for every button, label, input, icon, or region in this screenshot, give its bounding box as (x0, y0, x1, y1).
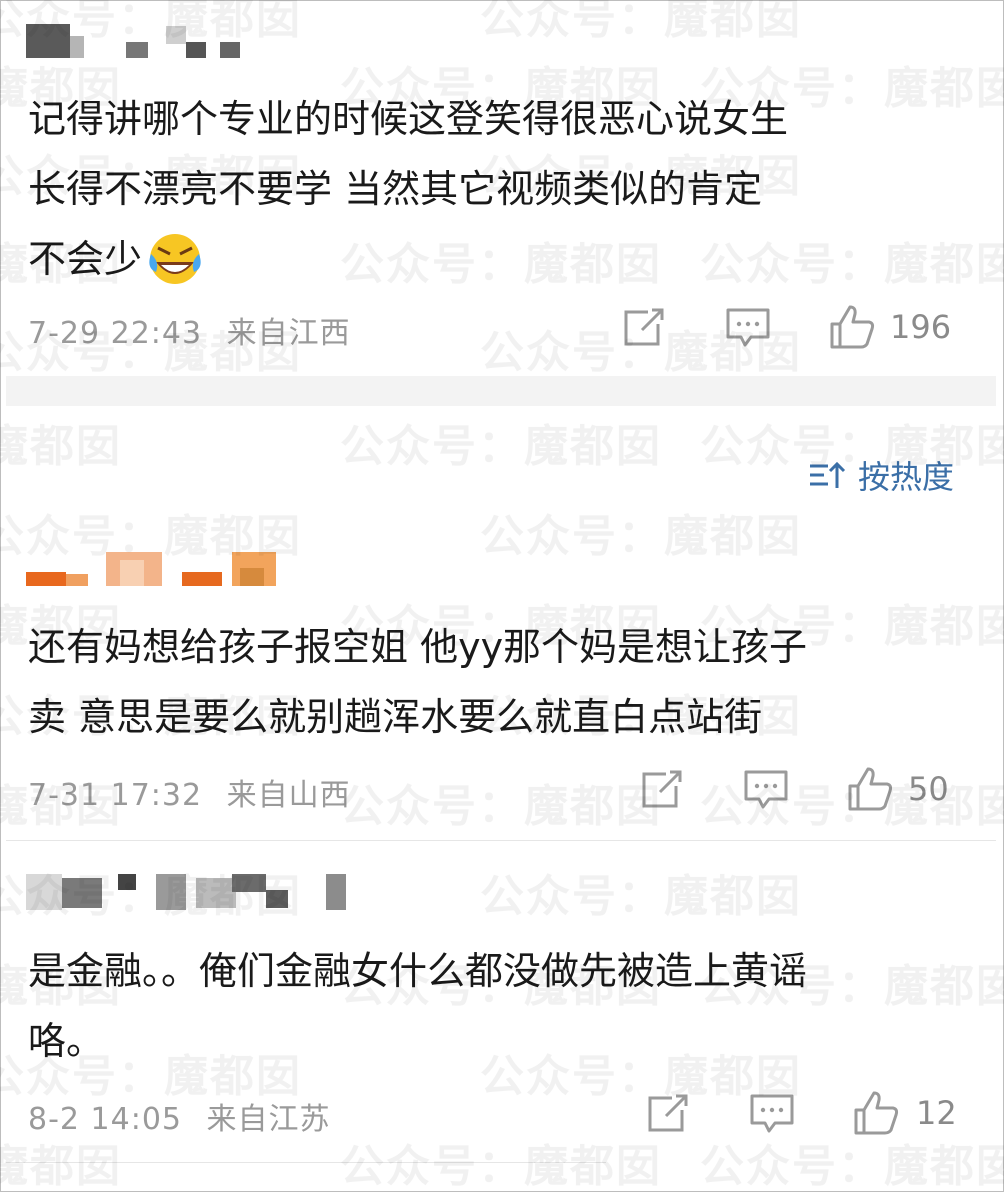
comment-button[interactable] (740, 768, 792, 812)
laughing-crying-emoji-icon (148, 232, 202, 286)
comment-date: 7-31 17:32 (28, 778, 203, 813)
comment-separator (6, 1162, 606, 1163)
section-divider (6, 376, 996, 406)
like-button[interactable] (850, 1088, 902, 1138)
like-icon (848, 767, 893, 811)
like-icon (830, 305, 875, 349)
share-icon (624, 308, 664, 346)
sort-by-hot-button[interactable]: 按热度 (808, 452, 954, 498)
comment-line: 记得讲哪个专业的时候这登笑得很恶心说女生 (28, 97, 789, 141)
comment-separator (6, 840, 996, 841)
comment-line: 不会少 (28, 224, 788, 294)
comment-button[interactable] (746, 1092, 798, 1136)
username-blurred[interactable] (26, 24, 240, 58)
comment-line: 咯。 (28, 1019, 105, 1063)
like-count: 12 (916, 1094, 957, 1132)
like-button[interactable] (826, 302, 878, 352)
comment-date: 8-2 14:05 (28, 1102, 182, 1137)
comment-meta: 7-29 22:43 来自江西 (28, 308, 351, 352)
comment-icon (744, 770, 788, 809)
share-button[interactable] (638, 768, 686, 812)
comment-text: 记得讲哪个专业的时候这登笑得很恶心说女生 长得不漂亮不要学 当然其它视频类似的肯… (28, 84, 788, 294)
share-icon (648, 1094, 688, 1132)
comment-meta: 8-2 14:05 来自江苏 (28, 1094, 331, 1138)
comment-meta: 7-31 17:32 来自山西 (28, 770, 351, 814)
comment-location: 来自江西 (226, 316, 351, 351)
share-button[interactable] (644, 1092, 692, 1136)
comment-line: 是金融。。俺们金融女什么都没做先被造上黄谣 (28, 949, 808, 993)
username-blurred[interactable] (26, 874, 356, 910)
comment-date: 7-29 22:43 (28, 316, 203, 351)
comment-text: 是金融。。俺们金融女什么都没做先被造上黄谣 咯。 (28, 936, 807, 1076)
comment-location: 来自山西 (226, 778, 351, 813)
comment-location: 来自江苏 (206, 1102, 331, 1137)
comment-line: 卖 意思是要么就别趟浑水要么就直白点站街 (28, 695, 763, 739)
comment-button[interactable] (722, 306, 774, 350)
sort-icon (808, 458, 846, 492)
comment-line: 还有妈想给孩子报空姐 他yy那个妈是想让孩子 (28, 625, 808, 669)
like-icon (854, 1091, 899, 1135)
sort-label: 按热度 (857, 458, 954, 496)
comment-icon (726, 308, 770, 347)
username-blurred[interactable] (26, 552, 276, 586)
comment-line: 长得不漂亮不要学 当然其它视频类似的肯定 (28, 167, 763, 211)
share-icon (642, 770, 682, 808)
share-button[interactable] (620, 306, 668, 350)
like-count: 196 (890, 308, 952, 346)
comment-line-text: 不会少 (28, 237, 143, 281)
comment-text: 还有妈想给孩子报空姐 他yy那个妈是想让孩子 卖 意思是要么就别趟浑水要么就直白… (28, 612, 807, 752)
comment-icon (750, 1094, 794, 1133)
like-button[interactable] (844, 764, 896, 814)
like-count: 50 (908, 770, 949, 808)
